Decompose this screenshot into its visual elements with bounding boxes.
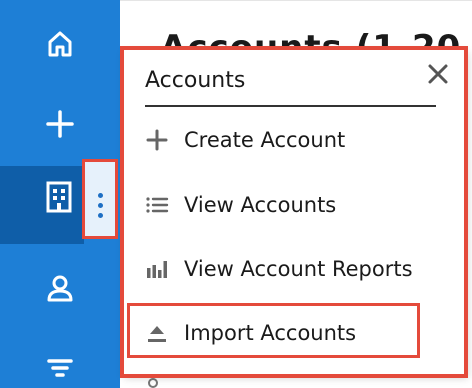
home-icon [48,31,72,57]
nav-create[interactable] [0,92,120,156]
plus-icon [46,110,74,138]
nav-home[interactable] [0,12,120,76]
kebab-highlight [82,159,118,239]
screen: Accounts (1-20 of [0,0,472,388]
accounts-icon-wrap [44,180,74,214]
menu-highlight [120,46,468,378]
nav-contacts[interactable] [0,256,120,320]
filter-icon [47,359,73,377]
building-icon [46,181,72,213]
radio-icon [148,378,158,388]
header-divider [120,0,472,1]
nav-accounts[interactable] [0,166,84,244]
nav-filter[interactable] [0,336,120,388]
person-icon [47,275,73,302]
